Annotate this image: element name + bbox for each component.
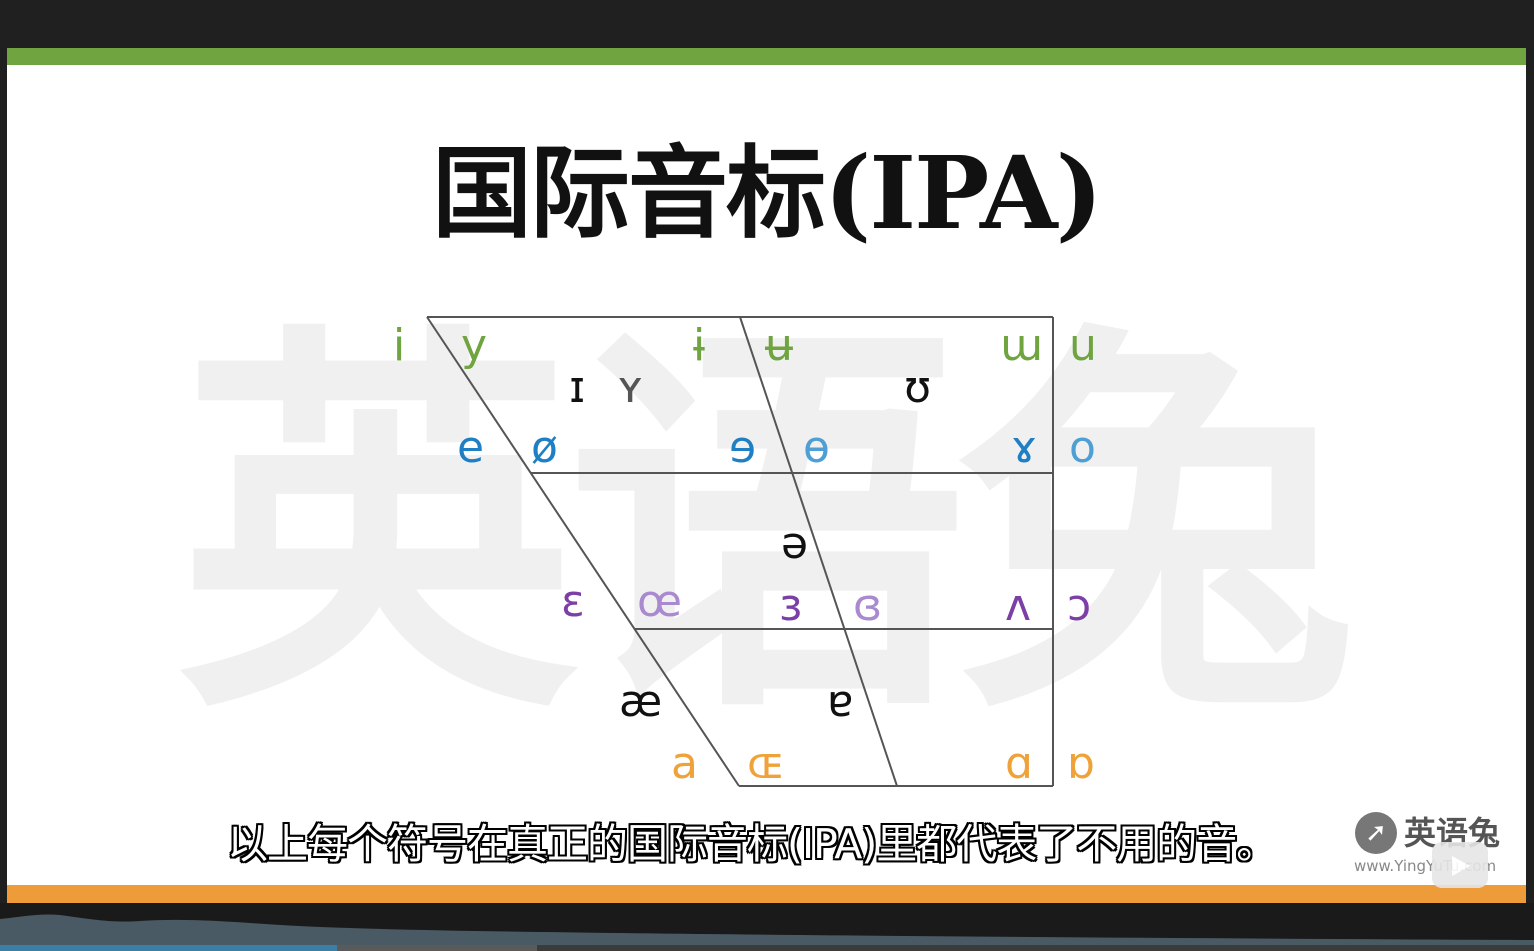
vowel-symbol: ɒ: [1067, 738, 1095, 789]
vowel-symbol: i: [393, 320, 406, 371]
vowel-symbol: ɤ: [1011, 422, 1038, 473]
video-slide[interactable]: 英语兔 国际音标(IPA) i y ɨ ʉ ɯ u ɪ ʏ ʊ e ø ɘ ɵ …: [7, 48, 1526, 903]
vowel-symbol: ɨ: [693, 320, 706, 371]
vowel-symbol: ɯ: [1000, 320, 1043, 371]
vowel-symbol: ɘ: [729, 422, 757, 473]
vowel-symbol: ɔ: [1067, 580, 1092, 631]
vowel-symbol: o: [1069, 422, 1096, 473]
play-button[interactable]: [1432, 842, 1488, 888]
progress-track[interactable]: [0, 945, 1534, 951]
progress-played: [0, 945, 337, 951]
vowel-symbol: æ: [619, 676, 663, 727]
vowel-symbol: ʉ: [765, 320, 793, 371]
video-subtitle: 以上每个符号在真正的国际音标(IPA)里都代表了不用的音。: [227, 820, 1277, 868]
vowel-symbol: u: [1069, 320, 1097, 371]
vowel-symbol: ɵ: [803, 422, 830, 473]
player-timeline-area[interactable]: [0, 903, 1534, 951]
top-bar: [0, 0, 1534, 48]
vowel-symbol: ɞ: [853, 580, 883, 631]
rabbit-logo-icon: ➚: [1355, 812, 1397, 854]
vowel-symbol: ɐ: [827, 676, 854, 727]
audio-waveform: [0, 914, 1534, 945]
vowel-symbol: ø: [531, 422, 558, 473]
vowel-symbol: ə: [781, 518, 809, 569]
chart-central-line: [739, 316, 898, 787]
vowel-symbol: ʏ: [617, 362, 644, 413]
vowel-symbol: ɜ: [779, 580, 803, 631]
vowel-symbol: ʊ: [904, 362, 932, 413]
vowel-symbol: œ: [637, 576, 683, 627]
vowel-symbol: ɶ: [747, 738, 785, 789]
vowel-symbol: ɛ: [561, 576, 585, 627]
orange-footer-band: [7, 885, 1526, 903]
vowel-symbol: y: [461, 320, 488, 371]
vowel-symbol: a: [671, 738, 698, 789]
vowel-symbol: ɪ: [569, 362, 586, 413]
vowel-symbol: e: [457, 422, 485, 473]
vowel-symbol: ʌ: [1005, 580, 1032, 631]
play-icon: [1452, 856, 1470, 876]
vowel-symbol: ɑ: [1005, 738, 1033, 789]
